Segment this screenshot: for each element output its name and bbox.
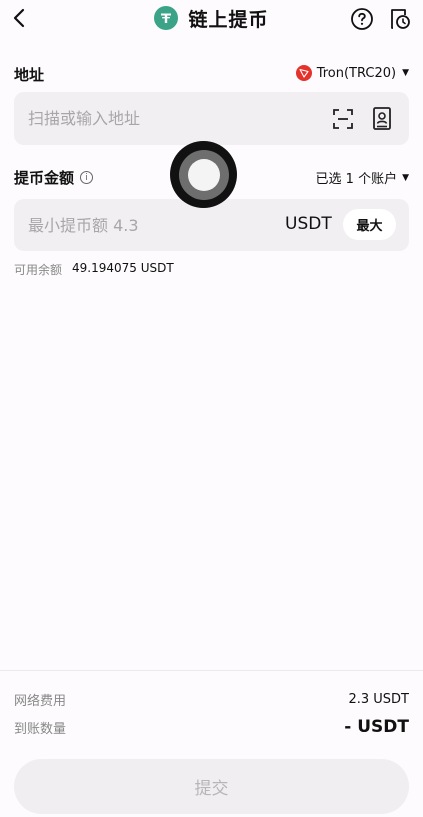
history-button[interactable] <box>388 7 412 31</box>
header: 链上提币 <box>0 0 423 38</box>
page-title: 链上提币 <box>188 8 269 31</box>
address-input[interactable] <box>28 92 318 145</box>
amount-input[interactable] <box>28 199 268 251</box>
touch-indicator-core <box>187 158 220 191</box>
currency-unit: USDT <box>285 214 332 234</box>
touch-indicator-ring <box>178 149 229 200</box>
help-button[interactable] <box>350 7 374 31</box>
address-label: 地址 <box>14 66 45 84</box>
scan-icon <box>333 109 353 129</box>
network-name: Tron(TRC20) <box>316 65 397 81</box>
receive-amount-value: - USDT <box>344 717 409 737</box>
address-book-button[interactable] <box>370 106 394 132</box>
tron-network-icon <box>295 65 312 81</box>
withdraw-page: 链上提币 地址 Tron(TRC20) ▼ 扫描或输入地址 提币金额 i 已选 … <box>0 0 423 817</box>
account-select[interactable]: 已选 1 个账户 ▼ <box>316 168 409 187</box>
caret-down-icon: ▼ <box>402 68 409 78</box>
account-select-label: 已选 1 个账户 <box>315 172 398 187</box>
submit-button[interactable]: 提交 <box>14 759 409 814</box>
info-icon[interactable]: i <box>80 171 94 184</box>
network-fee-value: 2.3 USDT <box>348 692 409 707</box>
network-fee-row: 网络费用 2.3 USDT <box>14 690 409 709</box>
scan-button[interactable] <box>331 107 355 131</box>
address-book-icon <box>373 107 391 130</box>
balance-row: 可用余额 49.194075 USDT <box>14 261 174 278</box>
receive-amount-row: 到账数量 - USDT <box>14 717 409 737</box>
footer-divider <box>0 670 423 671</box>
receive-amount-label: 到账数量 <box>14 721 67 737</box>
question-circle-icon <box>351 8 373 30</box>
caret-down-icon: ▼ <box>402 172 409 183</box>
touch-indicator <box>170 141 237 208</box>
balance-value: 49.194075 USDT <box>72 261 174 275</box>
history-document-icon <box>391 9 410 29</box>
max-button[interactable]: 最大 <box>343 209 396 240</box>
amount-label: 提币金额 <box>14 169 75 187</box>
network-fee-label: 网络费用 <box>14 694 67 709</box>
usdt-tether-icon <box>154 6 179 30</box>
balance-label: 可用余额 <box>14 263 63 277</box>
address-input-box <box>14 92 409 145</box>
network-select[interactable]: Tron(TRC20) ▼ <box>295 65 409 81</box>
amount-label-group: 提币金额 i <box>14 167 94 188</box>
